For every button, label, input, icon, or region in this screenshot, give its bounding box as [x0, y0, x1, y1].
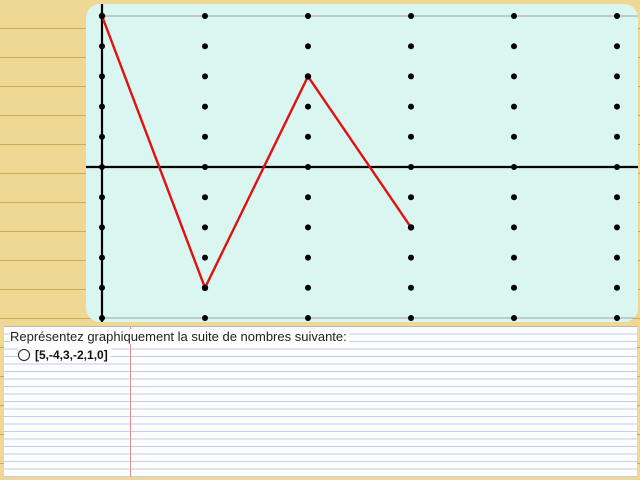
grid-dot [305, 103, 311, 110]
grid-dot [614, 103, 620, 110]
question-prompt: Représentez graphiquement la suite de no… [10, 329, 349, 344]
grid-dot [511, 13, 517, 19]
grid-dot [305, 133, 311, 140]
grid-dot [202, 315, 208, 321]
grid-dot [511, 194, 517, 201]
grid-dot [511, 43, 517, 50]
grid-dot [305, 254, 311, 261]
series-segment [100, 14, 207, 289]
grid-dot [614, 164, 620, 170]
radio-button[interactable] [18, 349, 30, 361]
question-notepad: Représentez graphiquement la suite de no… [4, 326, 637, 477]
grid-dot [511, 254, 517, 261]
grid-dot [202, 43, 208, 50]
grid-dot [99, 254, 105, 261]
grid-dot [99, 164, 105, 170]
grid-dot [305, 224, 311, 231]
grid-dot [99, 224, 105, 231]
grid-dot [305, 13, 311, 19]
graph-board[interactable] [86, 4, 638, 322]
grid-dot [408, 43, 414, 50]
grid-dot [202, 133, 208, 140]
grid-dot [408, 315, 414, 321]
grid-dot [408, 164, 414, 170]
grid-dot [408, 194, 414, 201]
grid-dot [202, 73, 208, 80]
grid-dot [614, 315, 620, 321]
grid-dot [202, 164, 208, 170]
grid-dot [614, 254, 620, 261]
grid-dot [614, 133, 620, 140]
grid-dot [99, 103, 105, 110]
grid-dot [408, 254, 414, 261]
grid-dot [511, 133, 517, 140]
data-point [304, 73, 312, 80]
grid-dot [202, 224, 208, 231]
series-segment [203, 75, 310, 289]
data-point [98, 12, 106, 20]
grid-dot [614, 73, 620, 80]
graph-chart[interactable] [86, 4, 638, 322]
grid-dot [99, 284, 105, 291]
answer-option-label: [5,-4,3,-2,1,0] [35, 348, 108, 362]
grid-dot [511, 224, 517, 231]
grid-dot [408, 284, 414, 291]
grid-dot [305, 194, 311, 201]
grid-dot [305, 164, 311, 170]
grid-dot [511, 315, 517, 321]
grid-dot [614, 224, 620, 231]
grid-dot [614, 13, 620, 19]
series-segment [306, 75, 413, 229]
grid-dot [99, 43, 105, 50]
grid-dot [202, 194, 208, 201]
grid-dot [511, 164, 517, 170]
grid-dot [511, 103, 517, 110]
grid-dot [305, 43, 311, 50]
grid-dot [202, 13, 208, 19]
data-point [407, 224, 415, 231]
grid-dot [202, 254, 208, 261]
grid-dot [408, 13, 414, 19]
grid-dot [408, 73, 414, 80]
grid-dot [614, 284, 620, 291]
answer-option[interactable]: [5,-4,3,-2,1,0] [18, 348, 111, 362]
grid-dot [614, 194, 620, 201]
grid-dot [511, 284, 517, 291]
notepad-margin-line [130, 327, 131, 477]
grid-dot [99, 315, 105, 321]
grid-dot [202, 103, 208, 110]
grid-dot [305, 315, 311, 321]
grid-dot [99, 133, 105, 140]
grid-dot [614, 43, 620, 50]
grid-dot [408, 133, 414, 140]
grid-dot [99, 194, 105, 201]
grid-dot [305, 284, 311, 291]
grid-dot [511, 73, 517, 80]
grid-dot [408, 103, 414, 110]
grid-dot [99, 73, 105, 80]
data-point [201, 284, 209, 291]
